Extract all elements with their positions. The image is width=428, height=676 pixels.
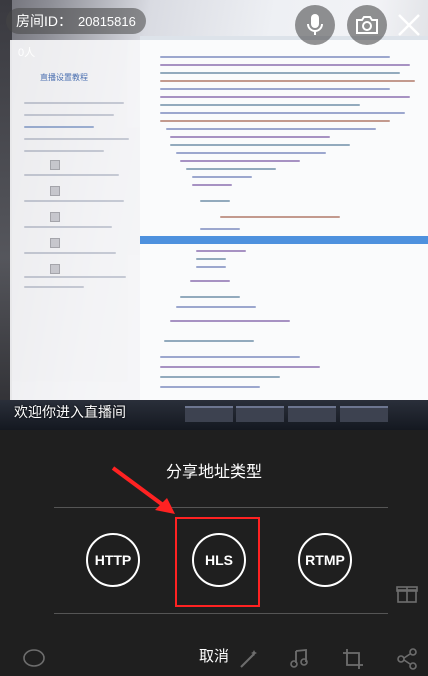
close-button[interactable] [396,12,422,38]
mic-button[interactable] [295,5,335,45]
taskbar-button [340,406,388,422]
gift-icon[interactable] [396,582,418,604]
selected-code-line [140,236,428,244]
highlight-box [175,517,260,607]
taskbar-button [288,406,336,422]
share-sheet-title: 分享地址类型 [165,464,262,481]
room-id-badge: 房间ID： 20815816 [6,8,146,34]
camera-switch-button[interactable] [347,5,387,45]
divider [54,613,388,614]
share-option-rtmp[interactable]: RTMP [298,533,352,587]
camera-preview: 直播设置教程 欢迎你进入直播间 [0,0,428,430]
room-id-value: 20815816 [78,13,136,29]
tutorial-doc-title: 直播设置教程 [40,73,88,82]
welcome-message: 欢迎你进入直播间 [14,404,126,420]
taskbar-button [236,406,284,422]
cancel-button[interactable]: 取消 [0,645,428,666]
taskbar-button [185,406,233,422]
camera-switch-icon [356,16,378,34]
mic-icon [307,14,323,35]
tutorial-doc-panel [10,40,140,400]
share-option-http[interactable]: HTTP [86,533,140,587]
code-editor-area [140,40,428,408]
viewer-count: 0人 [18,47,36,59]
annotation-arrow [111,466,175,514]
close-icon [398,14,420,36]
room-id-label: 房间ID： [16,13,72,29]
